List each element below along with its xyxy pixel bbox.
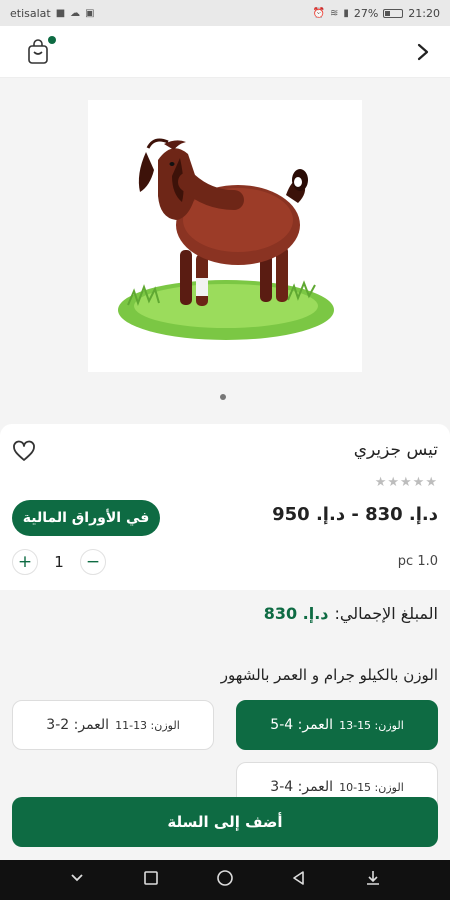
status-left: etisalat ■ ☁ ▣ bbox=[10, 7, 95, 20]
forward-button[interactable] bbox=[410, 38, 436, 66]
product-gallery bbox=[0, 78, 450, 423]
total-amount: د.إ. 830 bbox=[263, 604, 329, 623]
clock: 21:20 bbox=[408, 6, 440, 20]
nav-download-icon[interactable] bbox=[364, 869, 382, 891]
quantity-decrease-button[interactable]: − bbox=[80, 549, 106, 575]
option-weight-label: الوزن: 13-11 bbox=[115, 718, 180, 732]
nav-back-icon[interactable] bbox=[290, 869, 308, 891]
option-age-label: العمر: 4-5 bbox=[270, 717, 334, 733]
favorite-button[interactable] bbox=[12, 440, 36, 462]
add-to-cart-button[interactable]: أضف إلى السلة bbox=[12, 797, 438, 847]
product-image[interactable] bbox=[88, 100, 362, 372]
chevron-right-icon bbox=[417, 43, 429, 61]
heart-icon bbox=[13, 440, 35, 461]
rating-stars: ★★★★★ bbox=[374, 475, 438, 490]
cloud-icon: ☁ bbox=[70, 7, 81, 19]
goat-illustration bbox=[118, 138, 334, 340]
options-title: الوزن بالكيلو جرام و العمر بالشهور bbox=[220, 666, 438, 684]
total-price-row: المبلغ الإجمالي: د.إ. 830 bbox=[264, 604, 438, 623]
option-age-label: العمر: 4-3 bbox=[270, 779, 334, 795]
quantity-value: 1 bbox=[54, 553, 64, 571]
nav-home-icon[interactable] bbox=[216, 869, 234, 891]
cart-badge bbox=[48, 36, 56, 44]
carrier-name: etisalat bbox=[10, 6, 51, 20]
alarm-icon: ⏰ bbox=[312, 7, 325, 19]
product-name: تيس جزيري bbox=[353, 440, 438, 460]
installment-button[interactable]: في الأوراق المالية bbox=[12, 500, 160, 536]
status-right: ⏰ ≋ ▮ 27% 21:20 bbox=[312, 7, 440, 20]
option-weight-label: الوزن: 15-10 bbox=[339, 780, 404, 794]
gallery-icon: ▣ bbox=[85, 7, 95, 19]
gallery-dot-indicator[interactable] bbox=[220, 394, 226, 400]
quantity-stepper: + 1 − bbox=[12, 549, 106, 575]
nav-recents-icon[interactable] bbox=[142, 869, 160, 891]
notification-icon: ■ bbox=[55, 7, 66, 19]
quantity-increase-button[interactable]: + bbox=[12, 549, 38, 575]
option-weight-15-13[interactable]: الوزن: 15-13 العمر: 4-5 bbox=[236, 700, 438, 750]
signal-icon: ▮ bbox=[343, 7, 349, 19]
unit-label: pc 1.0 bbox=[397, 554, 438, 569]
total-label: المبلغ الإجمالي: bbox=[334, 604, 438, 623]
cart-button[interactable] bbox=[26, 36, 56, 66]
status-bar: etisalat ■ ☁ ▣ ⏰ ≋ ▮ 27% 21:20 bbox=[0, 0, 450, 26]
battery-icon bbox=[383, 8, 404, 18]
option-weight-label: الوزن: 15-13 bbox=[339, 718, 404, 732]
product-price: د.إ. 830 - د.إ. 950 bbox=[272, 504, 438, 525]
battery-percent: 27% bbox=[353, 6, 379, 20]
system-nav-bar bbox=[0, 860, 450, 900]
option-age-label: العمر: 2-3 bbox=[46, 717, 110, 733]
product-info-card: تيس جزيري ★★★★★ د.إ. 830 - د.إ. 950 في ا… bbox=[0, 424, 450, 590]
top-bar bbox=[0, 26, 450, 78]
nav-collapse-icon[interactable] bbox=[68, 869, 86, 891]
wifi-icon: ≋ bbox=[329, 7, 339, 19]
option-weight-13-11[interactable]: الوزن: 13-11 العمر: 2-3 bbox=[12, 700, 214, 750]
